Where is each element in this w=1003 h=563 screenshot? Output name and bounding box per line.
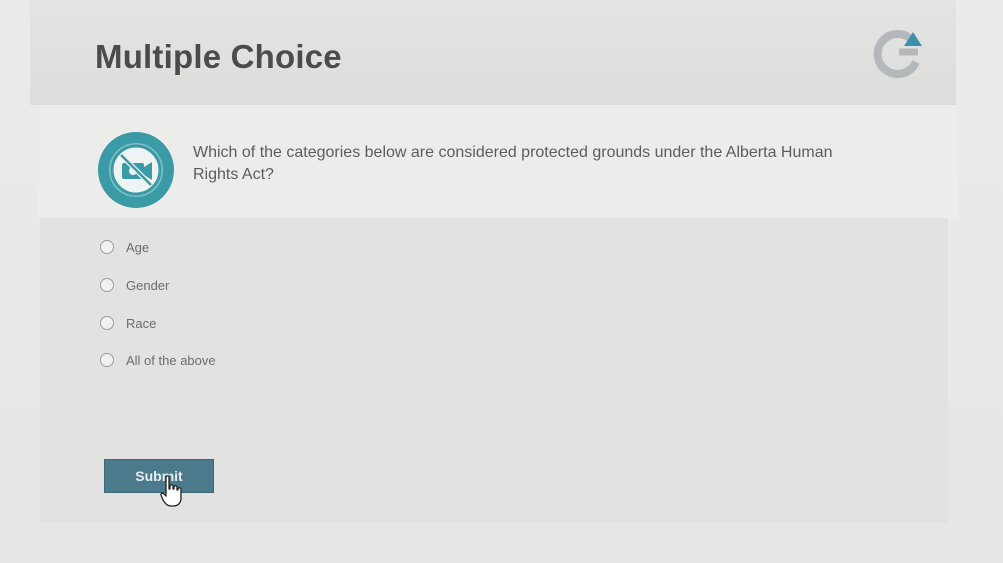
radio-button[interactable] <box>100 240 114 254</box>
choice-label: All of the above <box>126 352 216 368</box>
choice-label: Gender <box>126 277 170 293</box>
choice-gender[interactable]: Gender <box>100 275 169 295</box>
page-title: Multiple Choice <box>95 38 342 75</box>
choice-race[interactable]: Race <box>100 313 156 333</box>
choice-label: Age <box>126 239 150 255</box>
radio-button[interactable] <box>100 278 114 292</box>
quiz-screen: Multiple Choice Which of the categories … <box>0 0 1003 563</box>
radio-button[interactable] <box>100 316 114 330</box>
no-camera-icon <box>98 132 174 208</box>
choice-age[interactable]: Age <box>100 237 149 257</box>
refresh-arrow-logo-icon <box>873 30 922 78</box>
submit-button[interactable]: Submit <box>104 459 214 493</box>
hand-pointer-icon <box>160 475 182 507</box>
radio-button[interactable] <box>100 353 114 367</box>
question-text: Which of the categories below are consid… <box>193 144 833 183</box>
choice-all-of-the-above[interactable]: All of the above <box>100 350 216 370</box>
choice-label: Race <box>126 315 157 331</box>
